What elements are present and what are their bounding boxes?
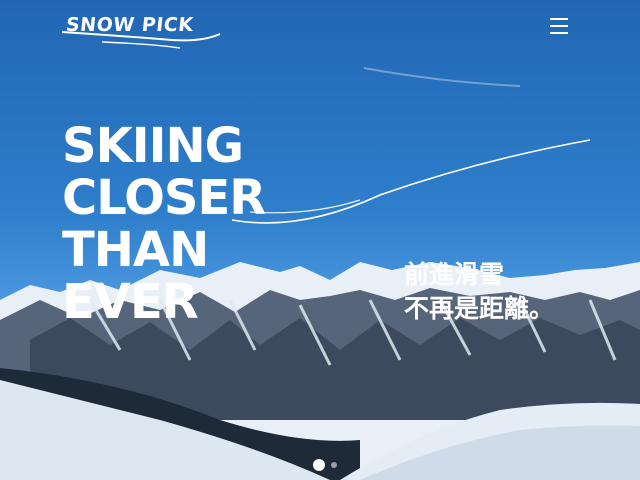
carousel-dot-2[interactable] <box>331 462 337 468</box>
hero-section: SNOW PICK SKIING CLOSER THAN EVER 前進滑雪 不… <box>0 0 640 480</box>
hamburger-menu-icon[interactable] <box>546 14 572 38</box>
logo-text: SNOW PICK <box>64 14 195 36</box>
tagline-line: 前進滑雪 <box>404 260 505 289</box>
hero-tagline: 前進滑雪 不再是距離。 <box>404 258 554 326</box>
hero-headline: SKIING CLOSER THAN EVER <box>62 118 266 330</box>
tagline-line: 不再是距離。 <box>404 294 555 323</box>
headline-line: THAN <box>62 222 209 278</box>
headline-line: SKIING <box>62 118 244 174</box>
brand-logo[interactable]: SNOW PICK <box>62 12 222 52</box>
carousel-pagination <box>313 459 337 471</box>
headline-line: EVER <box>62 274 199 330</box>
carousel-dot-1[interactable] <box>313 459 325 471</box>
headline-line: CLOSER <box>62 170 266 226</box>
